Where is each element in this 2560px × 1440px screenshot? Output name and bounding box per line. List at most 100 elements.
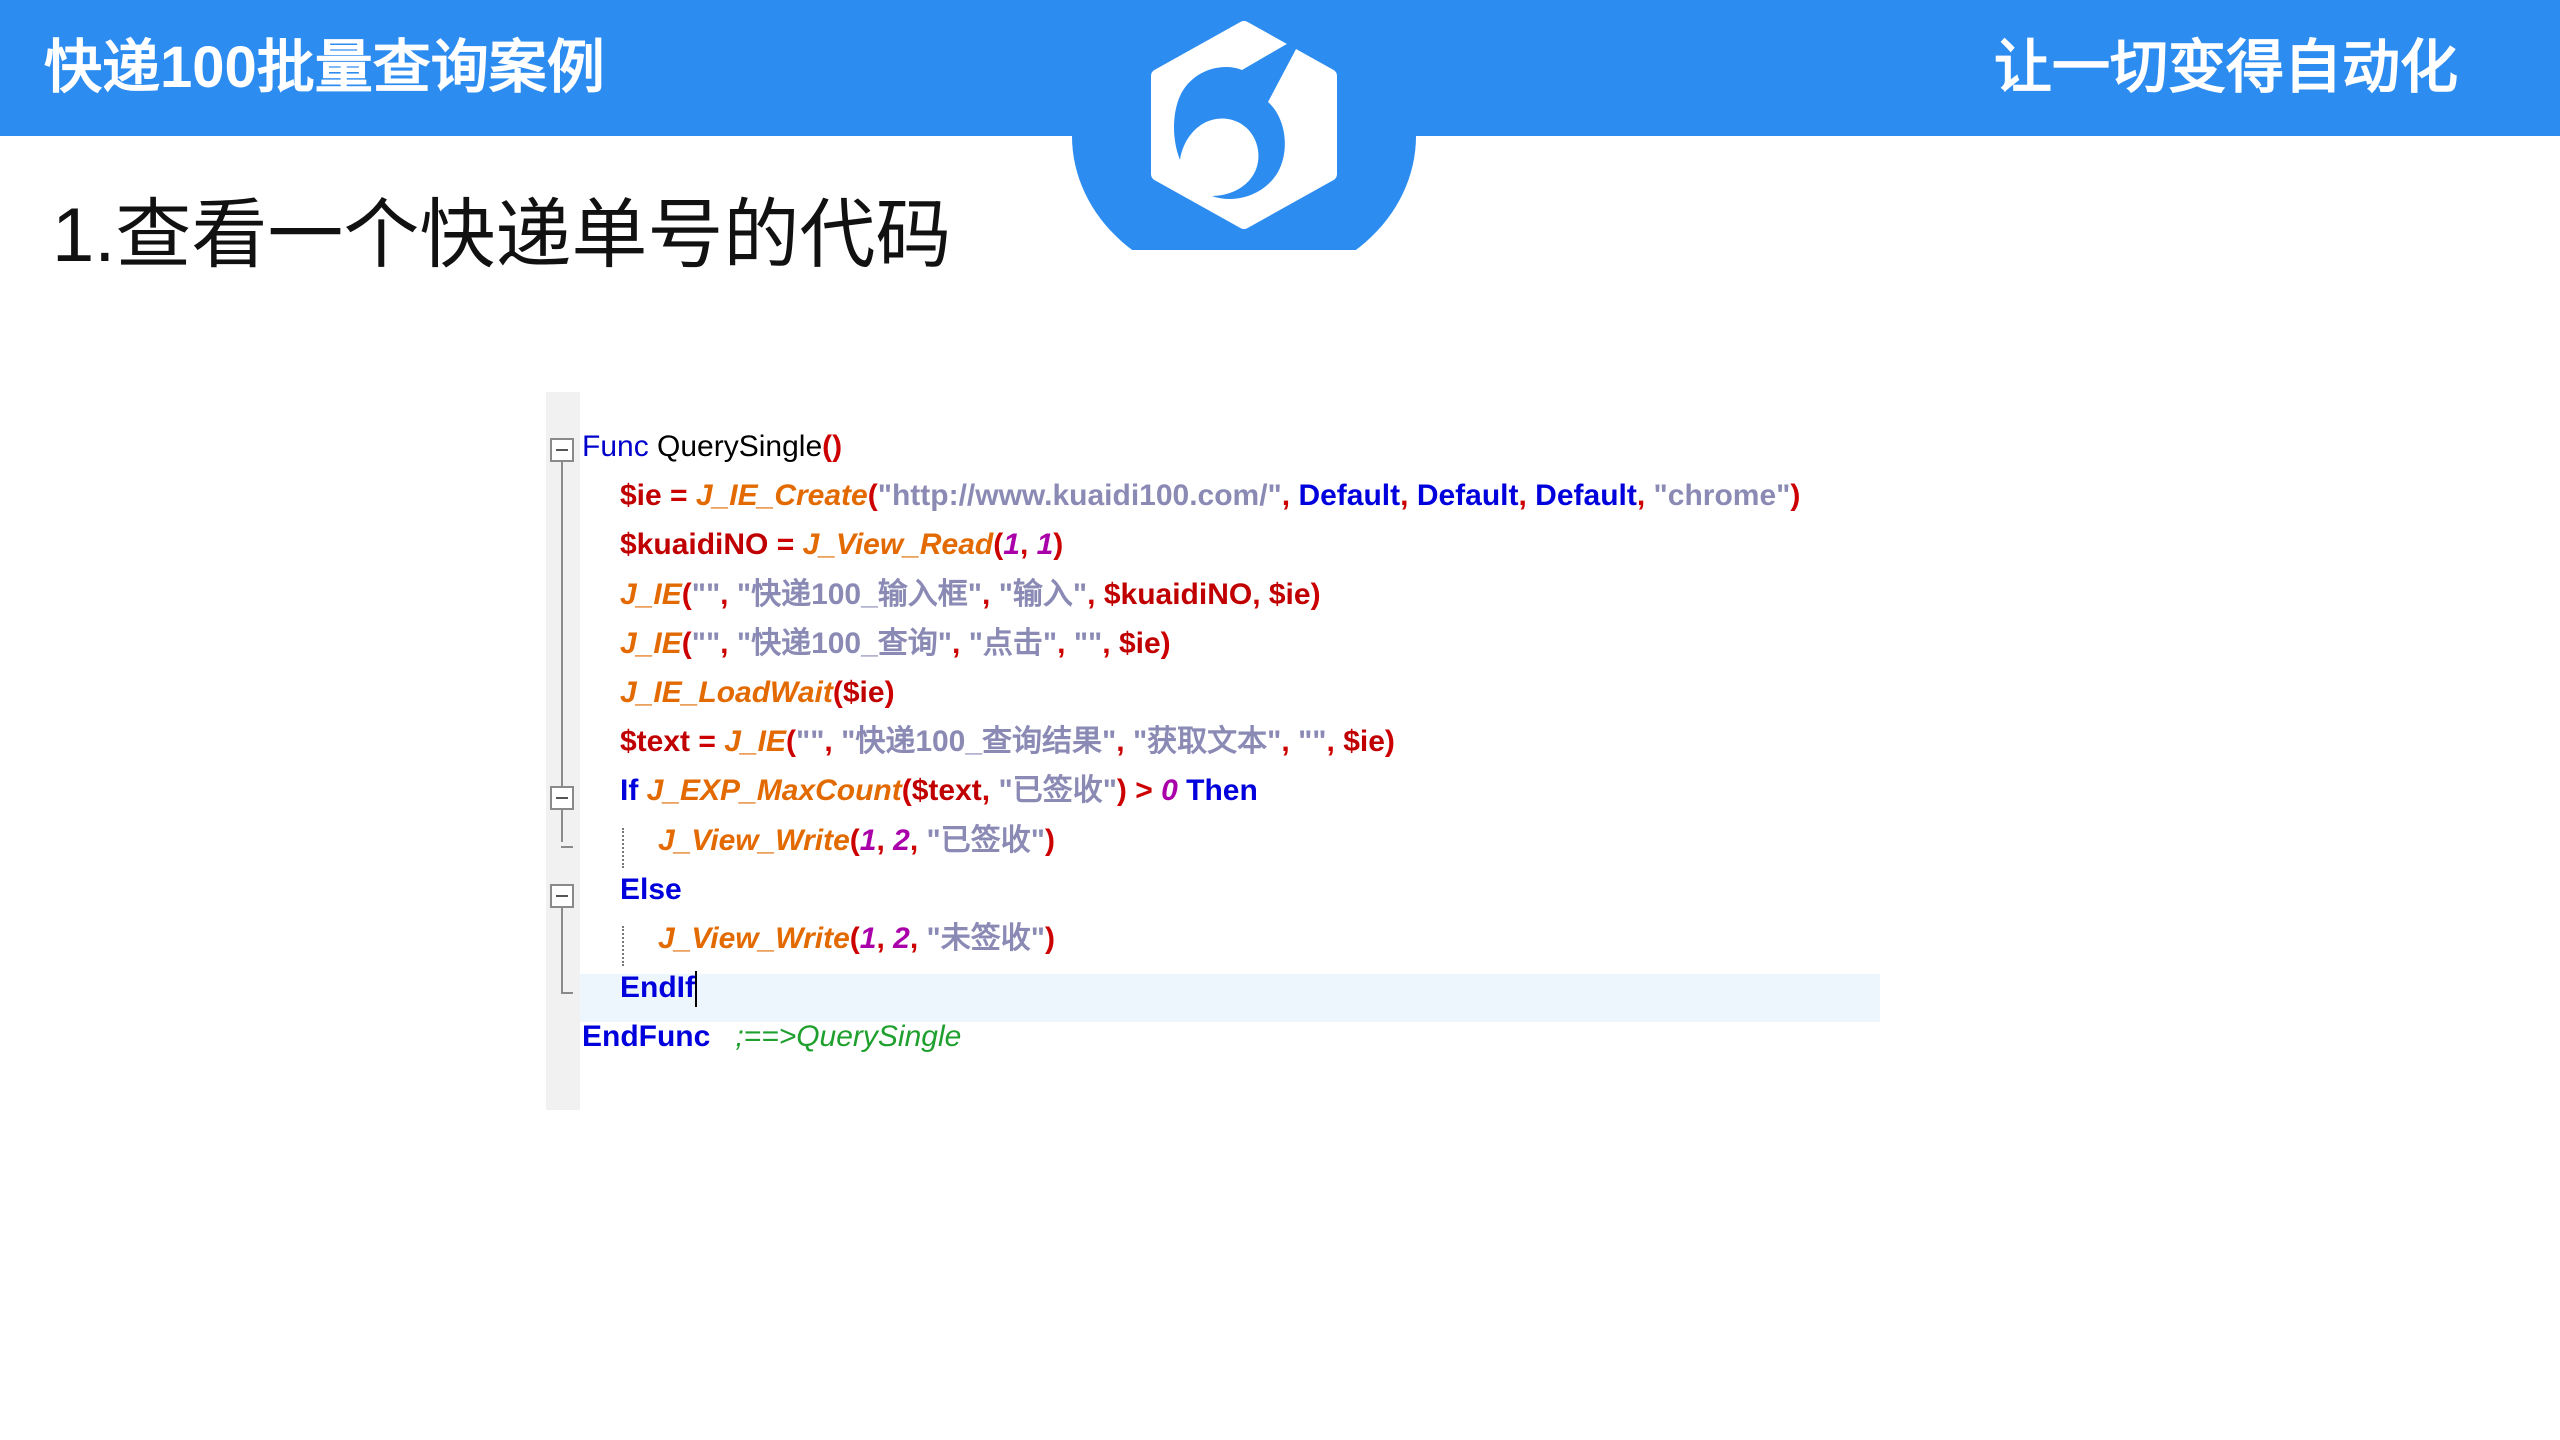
code-token: "未签收": [926, 922, 1045, 955]
code-line[interactable]: J_IE("", "快递100_输入框", "输入", $kuaidiNO, $…: [582, 570, 1321, 619]
code-line[interactable]: $ie = J_IE_Create("http://www.kuaidi100.…: [582, 471, 1800, 520]
code-token: 1: [1003, 528, 1020, 562]
code-token: J_IE: [620, 577, 682, 611]
code-token: "": [1073, 626, 1103, 660]
code-line[interactable]: If J_EXP_MaxCount($text, "已签收") > 0 Then: [582, 766, 1258, 815]
code-token: ): [1053, 528, 1064, 562]
code-token: ,: [876, 823, 894, 857]
fold-tick: [561, 992, 573, 994]
code-token: Then: [1177, 774, 1258, 808]
code-token: (: [849, 823, 860, 857]
code-token: "输入": [998, 577, 1088, 611]
code-token: $text: [911, 774, 982, 808]
code-token: 1: [859, 922, 877, 955]
code-token: Default: [1416, 479, 1519, 513]
code-token: (: [993, 528, 1004, 562]
code-token: J_IE_Create: [695, 479, 868, 513]
header-title: 快递100批量查询案例: [44, 35, 605, 100]
code-token: ;==>QuerySingle: [710, 1020, 962, 1054]
text-cursor: [695, 971, 697, 1008]
code-token: J_View_Write: [658, 922, 850, 955]
fold-if-icon[interactable]: [550, 786, 574, 810]
code-token: J_EXP_MaxCount: [646, 774, 902, 808]
code-token: J_View_Read: [802, 528, 994, 562]
fold-func-icon[interactable]: [550, 438, 574, 462]
code-token: J_View_Write: [658, 823, 850, 857]
code-token: ,: [909, 922, 927, 955]
code-token: If: [620, 774, 647, 808]
code-token: ,: [1116, 725, 1133, 759]
code-token: "获取文本": [1132, 725, 1282, 759]
fold-else-icon[interactable]: [550, 884, 574, 908]
code-token: (: [849, 922, 860, 955]
code-line[interactable]: Func QuerySingle(): [582, 422, 842, 471]
code-token: (: [901, 774, 912, 808]
code-token: 1: [859, 823, 877, 857]
code-line[interactable]: J_IE("", "快递100_查询", "点击", "", $ie): [582, 619, 1171, 668]
code-token: ): [1160, 626, 1171, 660]
code-line[interactable]: EndFunc ;==>QuerySingle: [582, 1012, 961, 1061]
code-token: "http://www.kuaidi100.com/": [877, 479, 1282, 513]
code-token: ,: [876, 922, 894, 955]
code-token: "": [691, 626, 721, 660]
code-token: Default: [1535, 479, 1637, 513]
code-token: ): [1310, 577, 1321, 611]
code-token: (): [822, 430, 843, 463]
code-token: EndFunc: [582, 1020, 711, 1054]
code-token: (: [681, 577, 692, 611]
code-token: (: [867, 479, 878, 513]
code-token: $ie: [842, 676, 885, 709]
code-line[interactable]: J_View_Write(1, 2, "已签收"): [582, 816, 1055, 865]
code-token: "已签收": [926, 823, 1045, 857]
code-token: "点击": [968, 626, 1058, 660]
code-token: 2: [893, 922, 910, 955]
code-token: $ie: [1343, 725, 1385, 759]
code-token: "chrome": [1653, 479, 1791, 513]
code-token: Func: [582, 430, 649, 463]
code-token: "快递100_输入框": [736, 577, 983, 611]
code-token: J_IE: [620, 626, 682, 660]
code-token: (: [832, 676, 843, 709]
code-token: ,: [1252, 577, 1269, 611]
code-token: ,: [1281, 479, 1299, 513]
code-token: $ie: [1268, 577, 1311, 611]
code-token: ) >: [1116, 774, 1162, 808]
code-editor[interactable]: Func QuerySingle() $ie = J_IE_Create("htt…: [546, 392, 1880, 1110]
code-line[interactable]: J_IE_LoadWait($ie): [582, 668, 895, 717]
code-token: ,: [720, 577, 737, 611]
code-token: ,: [981, 774, 999, 808]
fold-gutter: [546, 392, 580, 1110]
code-token: J_IE_LoadWait: [620, 676, 833, 709]
code-token: 0: [1161, 774, 1178, 808]
code-line[interactable]: EndIf: [582, 963, 697, 1012]
code-token: ): [884, 676, 895, 709]
code-token: ): [1044, 922, 1055, 955]
code-token: ,: [1087, 577, 1104, 611]
code-token: "": [691, 577, 721, 611]
code-token: EndIf: [620, 971, 695, 1005]
code-token: ,: [982, 577, 999, 611]
code-token: ): [1384, 725, 1395, 759]
code-token: (: [681, 626, 692, 660]
code-token: ,: [909, 823, 927, 857]
code-token: "快递100_查询结果": [841, 725, 1117, 759]
code-line[interactable]: $kuaidiNO = J_View_Read(1, 1): [582, 520, 1063, 569]
code-token: (: [785, 725, 796, 759]
code-token: QuerySingle: [648, 430, 823, 463]
code-token: ,: [720, 626, 737, 660]
code-line[interactable]: $text = J_IE("", "快递100_查询结果", "获取文本", "…: [582, 717, 1395, 766]
code-token: ,: [1636, 479, 1654, 513]
code-token: =: [690, 725, 725, 759]
fold-tick: [561, 846, 573, 848]
code-token: 2: [893, 823, 910, 857]
page-subtitle: 1.查看一个快递单号的代码: [52, 193, 952, 278]
code-token: "已签收": [998, 774, 1117, 808]
code-token: ,: [952, 626, 969, 660]
code-token: Default: [1298, 479, 1401, 513]
code-token: $kuaidiNO: [1103, 577, 1253, 611]
header-slogan: 让一切变得自动化: [1993, 35, 2458, 100]
code-token: =: [661, 479, 696, 513]
code-line[interactable]: J_View_Write(1, 2, "未签收"): [582, 914, 1055, 963]
code-line[interactable]: Else: [582, 865, 682, 914]
code-token: ,: [1057, 626, 1074, 660]
